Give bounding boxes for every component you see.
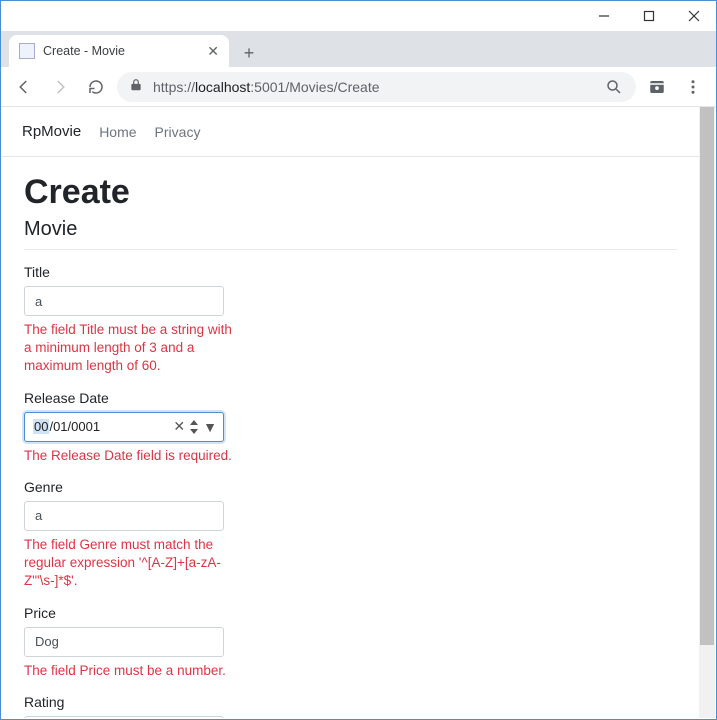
- release-date-label: Release Date: [24, 390, 354, 406]
- window-maximize-button[interactable]: [626, 1, 671, 31]
- title-input[interactable]: [24, 286, 224, 316]
- rating-input[interactable]: [24, 716, 224, 718]
- tab-close-icon[interactable]: ✕: [207, 43, 219, 60]
- brand-link[interactable]: RpMovie: [22, 123, 81, 140]
- scrollbar-thumb[interactable]: [700, 107, 714, 645]
- browser-tab-strip: Create - Movie ✕ +: [1, 31, 716, 67]
- form-group-price: Price The field Price must be a number.: [24, 605, 354, 680]
- new-tab-button[interactable]: +: [235, 39, 263, 67]
- genre-label: Genre: [24, 479, 354, 495]
- browser-tab-active[interactable]: Create - Movie ✕: [9, 35, 229, 67]
- form-group-rating: Rating The field Rating must match the r…: [24, 694, 354, 718]
- window-minimize-button[interactable]: [581, 1, 626, 31]
- forward-button[interactable]: [45, 72, 75, 102]
- nav-link-home[interactable]: Home: [99, 124, 136, 140]
- form-group-title: Title The field Title must be a string w…: [24, 264, 354, 376]
- page-heading: Create: [24, 173, 677, 212]
- genre-input[interactable]: [24, 501, 224, 531]
- reload-button[interactable]: [81, 72, 111, 102]
- date-spinner-icon[interactable]: [189, 420, 199, 434]
- form-group-release-date: Release Date 00/01/0001 ✕ ▼ The Release …: [24, 390, 354, 465]
- title-label: Title: [24, 264, 354, 280]
- browser-toolbar: https://localhost:5001/Movies/Create: [1, 67, 716, 107]
- window-titlebar: [1, 1, 716, 31]
- zoom-icon[interactable]: [604, 72, 624, 102]
- tab-title: Create - Movie: [43, 44, 199, 58]
- divider: [24, 249, 677, 250]
- back-button[interactable]: [9, 72, 39, 102]
- release-date-value: 00/01/0001: [33, 419, 169, 434]
- title-error: The field Title must be a string with a …: [24, 321, 234, 376]
- url-text: https://localhost:5001/Movies/Create: [153, 79, 594, 95]
- nav-link-privacy[interactable]: Privacy: [155, 124, 201, 140]
- page-subheading: Movie: [24, 218, 677, 241]
- main-content: Create Movie Title The field Title must …: [2, 157, 699, 718]
- site-navbar: RpMovie Home Privacy: [2, 107, 699, 157]
- account-icon[interactable]: [642, 72, 672, 102]
- price-error: The field Price must be a number.: [24, 662, 324, 680]
- price-input[interactable]: [24, 627, 224, 657]
- page-viewport: RpMovie Home Privacy Create Movie Title …: [2, 107, 715, 718]
- scrollbar-vertical[interactable]: [699, 107, 715, 718]
- release-date-input[interactable]: 00/01/0001 ✕ ▼: [24, 412, 224, 442]
- form-group-genre: Genre The field Genre must match the reg…: [24, 479, 354, 591]
- date-clear-icon[interactable]: ✕: [173, 418, 185, 435]
- menu-icon[interactable]: [678, 72, 708, 102]
- release-date-error: The Release Date field is required.: [24, 447, 324, 465]
- rating-label: Rating: [24, 694, 354, 710]
- window-close-button[interactable]: [671, 1, 716, 31]
- address-bar[interactable]: https://localhost:5001/Movies/Create: [117, 72, 636, 102]
- date-dropdown-icon[interactable]: ▼: [203, 419, 217, 435]
- page-favicon-icon: [19, 43, 35, 59]
- price-label: Price: [24, 605, 354, 621]
- lock-icon: [129, 78, 143, 95]
- genre-error: The field Genre must match the regular e…: [24, 536, 234, 591]
